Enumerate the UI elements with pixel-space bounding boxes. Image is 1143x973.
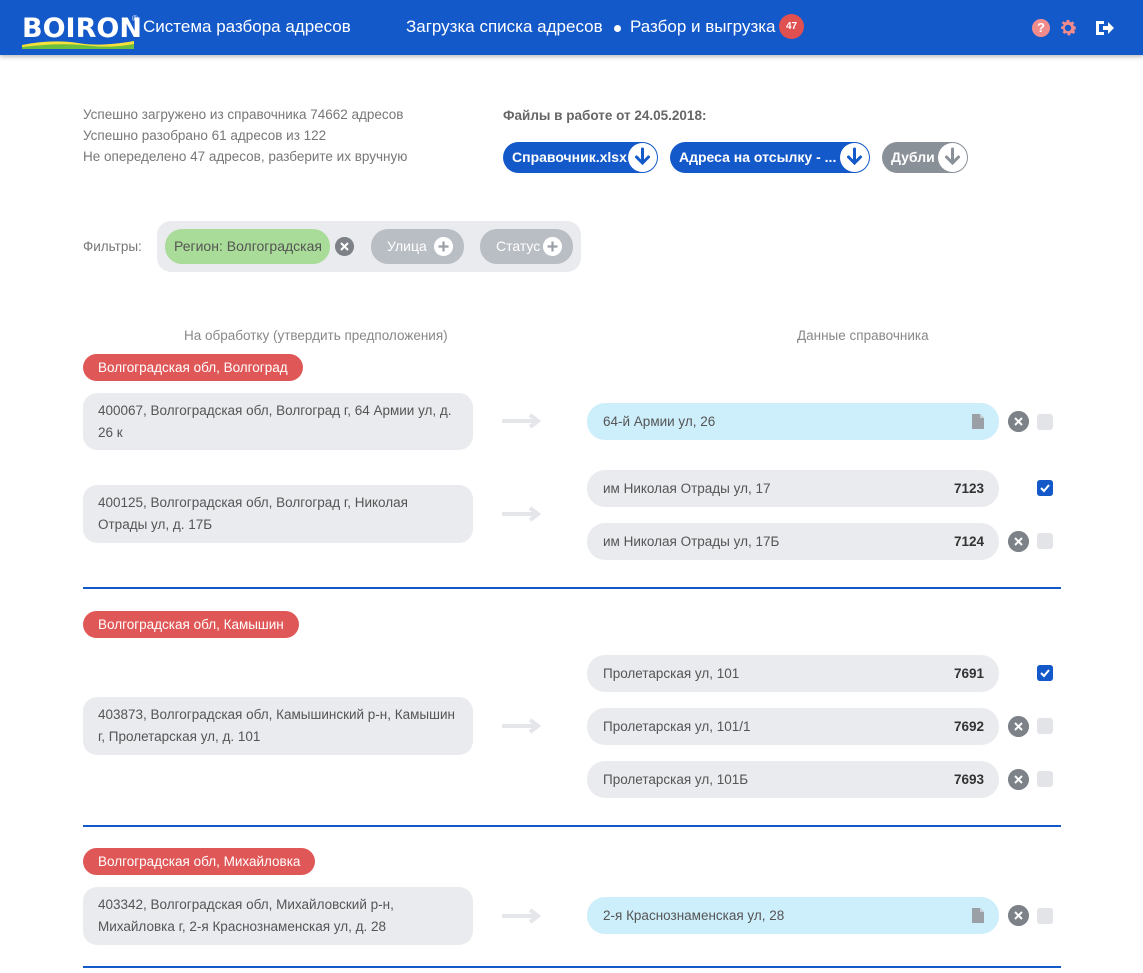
candidate-text: Пролетарская ул, 101 bbox=[603, 666, 740, 681]
candidate-code: 7691 bbox=[953, 666, 984, 681]
candidate-text: Пролетарская ул, 101Б bbox=[603, 772, 749, 787]
arrow-right-icon bbox=[502, 413, 542, 429]
gear-icon[interactable] bbox=[1057, 17, 1079, 39]
download-addresses-label: Адреса на отсылку - ... bbox=[679, 149, 837, 165]
pending-count-badge: 47 bbox=[779, 14, 804, 39]
candidate-text: 64-й Армии ул, 26 bbox=[603, 414, 716, 429]
column-header-to-process: На обработку (утвердить предположения) bbox=[184, 328, 448, 343]
logo-registered-mark: ® bbox=[132, 14, 138, 23]
candidate-checkbox[interactable] bbox=[1037, 718, 1053, 734]
candidate-code: 7124 bbox=[953, 534, 984, 549]
stats-parsed: Успешно разобрано 61 адресов из 122 bbox=[83, 128, 327, 143]
stats-undefined: Не опеределено 47 адресов, разберите их … bbox=[83, 149, 408, 164]
reference-candidate[interactable]: 2-я Краснознаменская ул, 28 bbox=[587, 897, 999, 934]
status-filter-chip[interactable]: Статус bbox=[480, 229, 573, 264]
candidate-text: Пролетарская ул, 101/1 bbox=[603, 719, 751, 734]
arrow-right-icon bbox=[502, 506, 542, 522]
candidate-checkbox[interactable] bbox=[1037, 908, 1053, 924]
add-filter-icon bbox=[543, 237, 562, 256]
arrow-right-icon bbox=[502, 718, 542, 734]
download-addresses-button[interactable]: Адреса на отсылку - ... bbox=[670, 142, 870, 173]
candidate-text: им Николая Отрады ул, 17 bbox=[603, 481, 771, 496]
help-icon[interactable]: ? bbox=[1032, 19, 1050, 37]
reject-candidate-icon[interactable] bbox=[1008, 716, 1029, 737]
logout-icon[interactable] bbox=[1094, 18, 1114, 38]
region-label-mikhailovka: Волгоградская обл, Михайловка bbox=[83, 848, 316, 875]
app-title: Система разбора адресов bbox=[143, 17, 351, 36]
download-duplicates-label: Дубли bbox=[891, 149, 935, 165]
candidate-checkbox[interactable] bbox=[1037, 414, 1053, 430]
reject-candidate-icon[interactable] bbox=[1008, 769, 1029, 790]
reference-candidate[interactable]: Пролетарская ул, 101/1 7692 bbox=[587, 708, 999, 745]
download-icon bbox=[938, 143, 967, 172]
add-filter-icon bbox=[434, 237, 453, 256]
filters-label: Фильтры: bbox=[83, 239, 142, 254]
candidate-code: 7123 bbox=[953, 481, 984, 496]
street-filter-label: Улица bbox=[387, 238, 427, 254]
source-address: 400067, Волгоградская обл, Волгоград г, … bbox=[83, 393, 473, 450]
candidate-checkbox[interactable] bbox=[1037, 771, 1053, 787]
candidate-text: 2-я Краснознаменская ул, 28 bbox=[603, 908, 785, 923]
remove-filter-icon[interactable] bbox=[335, 237, 354, 256]
reject-candidate-icon[interactable] bbox=[1008, 531, 1029, 552]
street-filter-chip[interactable]: Улица bbox=[371, 229, 464, 264]
column-header-reference: Данные справочника bbox=[797, 328, 929, 343]
region-filter-chip[interactable]: Регион: Волгоградская bbox=[165, 229, 330, 264]
download-reference-label: Справочник.xlsx bbox=[512, 149, 627, 165]
load-stats: Успешно загружено из справочника 74662 а… bbox=[83, 104, 407, 167]
download-icon bbox=[628, 143, 657, 172]
reject-candidate-icon[interactable] bbox=[1008, 905, 1029, 926]
reference-candidate[interactable]: им Николая Отрады ул, 17 7123 bbox=[587, 470, 999, 507]
document-icon bbox=[972, 908, 984, 923]
reference-candidate[interactable]: 64-й Армии ул, 26 bbox=[587, 403, 999, 440]
reject-candidate-icon[interactable] bbox=[1008, 411, 1029, 432]
download-reference-button[interactable]: Справочник.xlsx bbox=[503, 142, 658, 173]
arrow-right-icon bbox=[502, 908, 542, 924]
active-nav-dot bbox=[614, 25, 621, 32]
boiron-logo[interactable]: BOIRON ® bbox=[22, 11, 142, 49]
reference-candidate[interactable]: Пролетарская ул, 101Б 7693 bbox=[587, 761, 999, 798]
download-duplicates-button[interactable]: Дубли bbox=[882, 142, 968, 173]
candidate-checkbox[interactable] bbox=[1037, 533, 1053, 549]
candidate-code: 7692 bbox=[953, 719, 984, 734]
source-address: 400125, Волгоградская обл, Волгоград г, … bbox=[83, 485, 473, 543]
nav-parse-export[interactable]: Разбор и выгрузка bbox=[630, 17, 776, 37]
region-label-volgograd: Волгоградская обл, Волгоград bbox=[83, 354, 303, 381]
reference-candidate[interactable]: им Николая Отрады ул, 17Б 7124 bbox=[587, 523, 999, 560]
group-separator bbox=[83, 825, 1061, 827]
group-separator bbox=[83, 587, 1061, 589]
document-icon bbox=[972, 414, 984, 429]
stats-loaded: Успешно загружено из справочника 74662 а… bbox=[83, 107, 404, 122]
files-title: Файлы в работе от 24.05.2018: bbox=[503, 108, 707, 123]
source-address: 403342, Волгоградская обл, Михайловский … bbox=[83, 887, 473, 945]
candidate-code: 7693 bbox=[953, 772, 984, 787]
reference-candidate[interactable]: Пролетарская ул, 101 7691 bbox=[587, 655, 999, 692]
candidate-text: им Николая Отрады ул, 17Б bbox=[603, 534, 780, 549]
status-filter-label: Статус bbox=[496, 238, 541, 254]
logo-swoosh-icon bbox=[22, 41, 134, 49]
top-bar: BOIRON ® Система разбора адресов Загрузк… bbox=[0, 0, 1143, 55]
download-icon bbox=[840, 143, 869, 172]
nav-upload-list[interactable]: Загрузка списка адресов bbox=[406, 17, 603, 37]
candidate-checkbox-checked[interactable] bbox=[1037, 665, 1053, 681]
source-address: 403873, Волгоградская обл, Камышинский р… bbox=[83, 697, 473, 755]
candidate-checkbox-checked[interactable] bbox=[1037, 480, 1053, 496]
region-label-kamyshin: Волгоградская обл, Камышин bbox=[83, 611, 299, 638]
group-separator bbox=[83, 966, 1061, 968]
